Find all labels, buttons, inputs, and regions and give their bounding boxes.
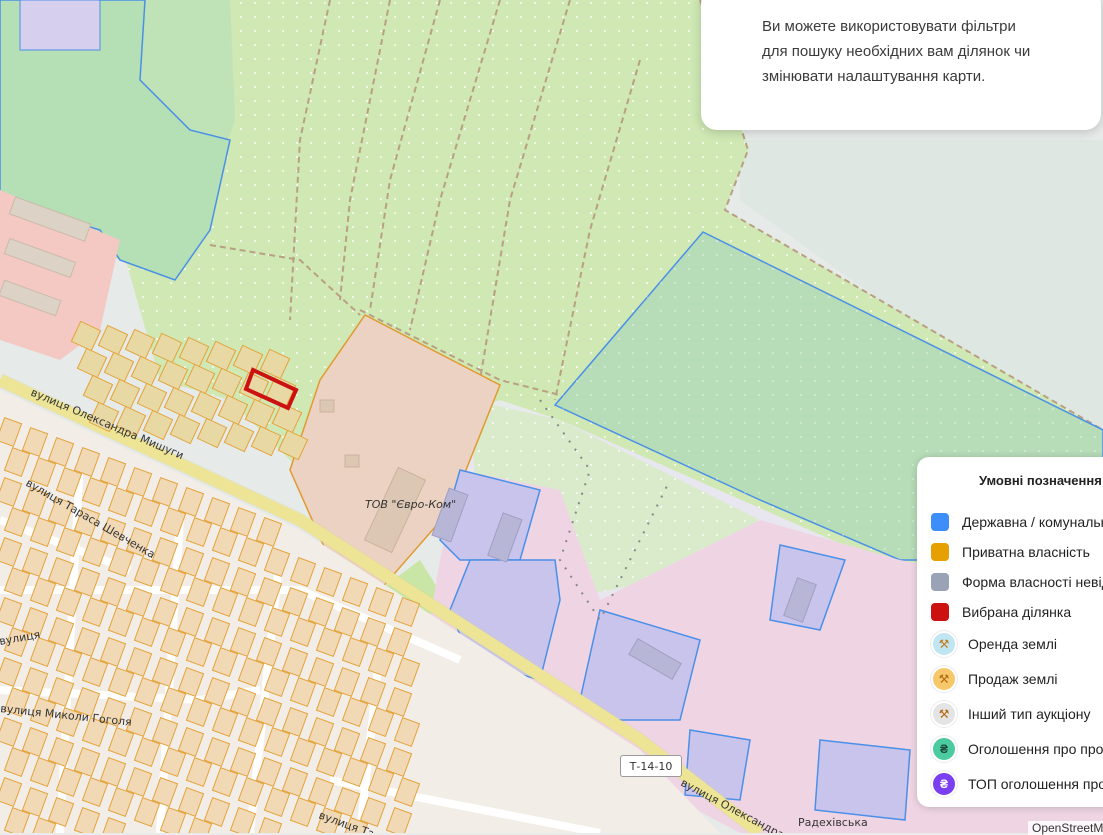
street-label-radekhivska: Радехівська bbox=[798, 816, 868, 829]
legend-item-private: Приватна власність bbox=[931, 540, 1090, 564]
legend-swatch-state bbox=[931, 513, 949, 531]
legend-swatch-selected bbox=[931, 603, 949, 621]
hammer-icon: ⚒ bbox=[931, 701, 957, 727]
hammer-icon: ⚒ bbox=[931, 631, 957, 657]
legend-label: Інший тип аукціону bbox=[968, 706, 1091, 722]
legend-swatch-private bbox=[931, 543, 949, 561]
hammer-icon: ⚒ bbox=[931, 666, 957, 692]
legend-swatch-unknown bbox=[931, 573, 949, 591]
legend-label: Вибрана ділянка bbox=[962, 604, 1072, 620]
info-card: Ви можете використовувати фільтри для по… bbox=[701, 0, 1101, 130]
legend-label: Державна / комунальна bbox=[962, 514, 1103, 530]
legend-label: Продаж землі bbox=[968, 671, 1058, 687]
legend-item-selected: Вибрана ділянка bbox=[931, 600, 1071, 624]
state-plot-industrial-6[interactable] bbox=[814, 739, 911, 821]
legend-item-rent: ⚒ Оренда землі bbox=[931, 631, 1057, 657]
legend-item-unknown: Форма власності невідома bbox=[931, 570, 1103, 594]
hryvnia-icon: ₴ bbox=[931, 736, 957, 762]
legend-label: Приватна власність bbox=[962, 544, 1090, 560]
legend-item-other-auction: ⚒ Інший тип аукціону bbox=[931, 701, 1091, 727]
road-sign: Т-14-10 bbox=[620, 755, 682, 777]
legend-label: ТОП оголошення продажу bbox=[968, 776, 1103, 792]
info-card-text: Ви можете використовувати фільтри для по… bbox=[762, 18, 1031, 85]
legend-label: Оренда землі bbox=[968, 636, 1057, 652]
legend-panel: Умовні позначення Державна / комунальна … bbox=[917, 457, 1103, 807]
legend-label: Форма власності невідома bbox=[962, 574, 1103, 590]
legend-item-sale-ad: ₴ Оголошення про продаж bbox=[931, 736, 1103, 762]
legend-item-state: Державна / комунальна bbox=[931, 510, 1103, 534]
hryvnia-icon: ₴ bbox=[931, 771, 957, 797]
legend-item-top-ad: ₴ ТОП оголошення продажу bbox=[931, 771, 1103, 797]
legend-item-sale: ⚒ Продаж землі bbox=[931, 666, 1058, 692]
legend-label: Оголошення про продаж bbox=[968, 741, 1103, 757]
legend-title: Умовні позначення bbox=[979, 473, 1102, 488]
company-label: ТОВ "Євро-Ком" bbox=[365, 498, 456, 511]
